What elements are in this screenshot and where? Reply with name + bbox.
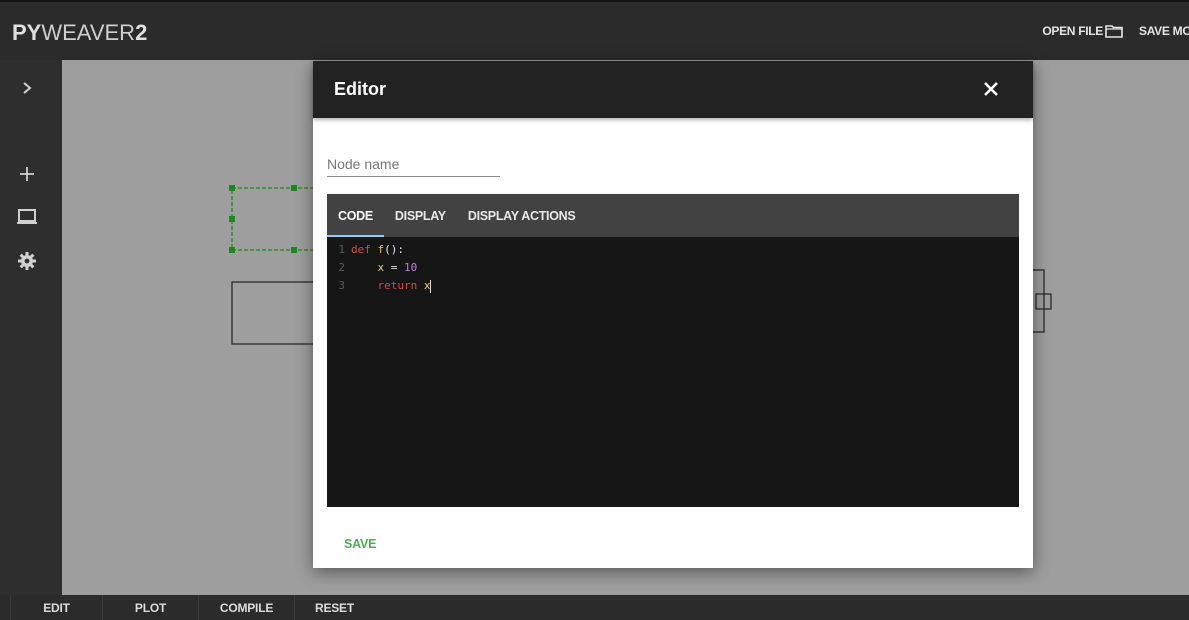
app-root: PYWEAVER2 OPEN FILE SAVE MO EDIT PLOT CO… bbox=[0, 0, 1189, 620]
brand-part-num: 2 bbox=[135, 20, 148, 45]
top-app-bar: PYWEAVER2 OPEN FILE SAVE MO bbox=[0, 0, 1189, 60]
left-rail bbox=[0, 60, 62, 595]
top-actions: OPEN FILE SAVE MO bbox=[1042, 24, 1189, 38]
code-editor[interactable]: 1 def f(): 2 x = 10 3 return x bbox=[327, 237, 1019, 507]
code-line: 1 def f(): bbox=[327, 241, 404, 259]
tab-display-actions[interactable]: DISPLAY ACTIONS bbox=[457, 194, 587, 237]
code-line: 3 return x bbox=[327, 277, 432, 295]
code-token: = bbox=[384, 261, 404, 274]
reset-tab[interactable]: RESET bbox=[294, 595, 374, 620]
tab-code[interactable]: CODE bbox=[327, 194, 384, 237]
editor-tabs: CODE DISPLAY DISPLAY ACTIONS bbox=[327, 194, 1019, 237]
edit-tab[interactable]: EDIT bbox=[10, 595, 102, 620]
laptop-icon[interactable] bbox=[14, 204, 40, 230]
dialog-header: Editor bbox=[313, 61, 1033, 118]
code-token: x bbox=[423, 279, 431, 292]
text-cursor bbox=[430, 279, 432, 293]
tab-display[interactable]: DISPLAY bbox=[384, 194, 457, 237]
plus-icon[interactable] bbox=[14, 161, 40, 187]
resize-handle[interactable] bbox=[229, 247, 235, 253]
code-token: def bbox=[351, 243, 378, 256]
plot-tab[interactable]: PLOT bbox=[102, 595, 198, 620]
code-line: 2 x = 10 bbox=[327, 259, 417, 277]
resize-handle[interactable] bbox=[291, 185, 297, 191]
node-name-input[interactable] bbox=[327, 151, 500, 177]
close-icon[interactable] bbox=[979, 77, 1003, 101]
chevron-right-icon[interactable] bbox=[14, 75, 40, 101]
brand-part-py: PY bbox=[12, 20, 42, 45]
code-token: 10 bbox=[404, 261, 418, 274]
resize-handle[interactable] bbox=[291, 247, 297, 253]
dialog-title: Editor bbox=[334, 79, 386, 99]
save-button[interactable]: SAVE bbox=[344, 537, 377, 551]
code-token: return bbox=[377, 279, 424, 292]
line-number: 3 bbox=[338, 279, 345, 292]
editor-dialog: Editor CODE DISPLAY DISPLAY ACTIONS 1 def… bbox=[313, 61, 1033, 568]
open-file-button[interactable]: OPEN FILE bbox=[1042, 24, 1123, 38]
bottom-bar: EDIT PLOT COMPILE RESET bbox=[0, 595, 1189, 620]
code-token: (): bbox=[384, 243, 404, 256]
gear-icon[interactable] bbox=[14, 248, 40, 274]
open-file-label: OPEN FILE bbox=[1042, 24, 1103, 38]
save-model-button-wrap: SAVE MO bbox=[1139, 24, 1189, 38]
line-number: 2 bbox=[338, 261, 345, 274]
app-brand: PYWEAVER2 bbox=[12, 20, 147, 46]
line-number: 1 bbox=[338, 243, 345, 256]
save-model-button[interactable]: SAVE MO bbox=[1139, 24, 1189, 38]
compile-tab[interactable]: COMPILE bbox=[198, 595, 294, 620]
folder-icon bbox=[1105, 25, 1123, 38]
brand-part-weaver: WEAVER bbox=[41, 20, 136, 45]
resize-handle[interactable] bbox=[229, 216, 235, 222]
resize-handle[interactable] bbox=[229, 185, 235, 191]
